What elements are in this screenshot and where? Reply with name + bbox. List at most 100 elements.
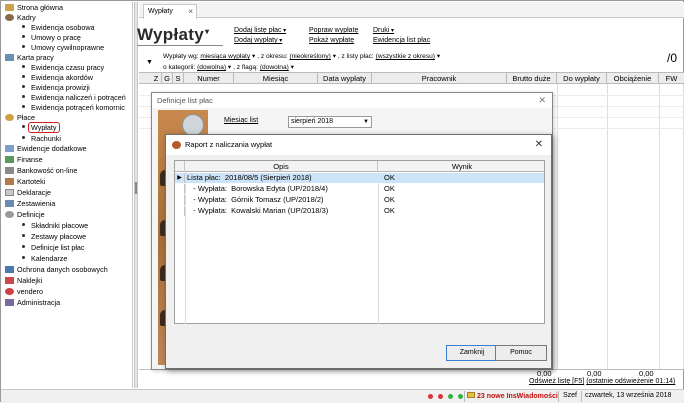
nav-item-wyplaty[interactable]: Wypłaty [2, 122, 60, 133]
nav-item-ewidencja-naliczen[interactable]: Ewidencja naliczeń i potrąceń [2, 93, 126, 103]
bullet-icon [22, 85, 25, 88]
vendero-icon [5, 288, 14, 295]
col-z[interactable]: Z [151, 73, 162, 84]
nav-item-skladniki[interactable]: Składniki płacowe [2, 221, 88, 231]
add-payout-link[interactable]: Dodaj wypłaty ▾ [234, 37, 282, 44]
definitions-dialog-titlebar[interactable]: Definicje list płac ✕ [152, 93, 552, 108]
month-label: Miesiąc list [224, 117, 259, 124]
app-window: Strona główna Kadry Ewidencja osobowa Um… [0, 0, 684, 403]
col-fw[interactable]: FW [659, 73, 684, 84]
notifications-link[interactable]: 23 nowe InsWiadomości [467, 392, 558, 400]
filter-period-select[interactable]: (nieokreślony) [289, 53, 330, 60]
close-icon[interactable]: ✕ [535, 135, 543, 155]
month-select[interactable]: sierpień 2018 ▼ [288, 116, 372, 128]
dropdown-arrow-icon: ▼ [363, 119, 369, 125]
col-numer[interactable]: Numer [184, 73, 234, 84]
status-user: Szef [563, 392, 578, 399]
report-dialog: Raport z naliczania wypłat ✕ Opis Wynik … [165, 134, 552, 369]
tab-wyplaty[interactable]: Wypłaty × [143, 4, 197, 19]
status-date: czwartek, 13 września 2018 [585, 392, 672, 399]
bullet-icon [22, 136, 25, 139]
close-icon[interactable]: ✕ [538, 93, 546, 108]
admin-icon [5, 299, 14, 306]
nav-item-ewidencja-prowizji[interactable]: Ewidencja prowizji [2, 83, 90, 93]
nav-item-kartoteki[interactable]: Kartoteki [2, 177, 45, 187]
nav-item-ewidencja-osobowa[interactable]: Ewidencja osobowa [2, 23, 95, 33]
status-dot-icon [458, 394, 463, 399]
nav-item-naklejki[interactable]: Naklejki [2, 276, 42, 286]
add-list-link[interactable]: Dodaj listę płac ▾ [234, 27, 286, 34]
col-brutto[interactable]: Brutto duże [507, 73, 557, 84]
report-row[interactable]: - Wypłata: Kowalski Marian (UP/2018/3) O… [175, 206, 544, 216]
nav-item-vendero[interactable]: vendero [2, 287, 43, 297]
col-obciazenie[interactable]: Obciążenie [607, 73, 659, 84]
nav-item-zestawy[interactable]: Zestawy płacowe [2, 232, 86, 242]
nav-item-karta-pracy[interactable]: Karta pracy [2, 53, 54, 63]
current-row-icon: ▶ [175, 173, 185, 183]
settings-icon [5, 211, 14, 218]
nav-item-ewidencje-dodatkowe[interactable]: Ewidencje dodatkowe [2, 144, 87, 154]
chart-icon [5, 200, 14, 207]
filter-by-select[interactable]: miesiąca wypłaty [200, 53, 250, 60]
report-row[interactable]: ▶ Lista płac: 2018/08/5 (Sierpień 2018) … [175, 173, 544, 183]
nav-item-definicje-list[interactable]: Definicje list płac [2, 243, 85, 253]
nav-item-rachunki[interactable]: Rachunki [2, 134, 61, 144]
close-tab-icon[interactable]: × [188, 5, 193, 18]
refresh-link[interactable]: Odśwież listę [F5] (ostatnie odświeżenie… [529, 378, 675, 385]
nav-item-ochrona-danych[interactable]: Ochrona danych osobowych [2, 265, 108, 275]
col-do-wyplaty[interactable]: Do wypłaty [557, 73, 607, 84]
nav-item-deklaracje[interactable]: Deklaracje [2, 188, 51, 198]
status-dot-icon [428, 394, 433, 399]
col-miesiac[interactable]: Miesiąc [234, 73, 318, 84]
sidebar-splitter[interactable] [134, 2, 138, 388]
nav-item-umowy-cywilnoprawne[interactable]: Umowy cywilnoprawne [2, 43, 104, 53]
status-dot-icon [448, 394, 453, 399]
col-wynik[interactable]: Wynik [378, 161, 546, 172]
help-button[interactable]: Pomoc [495, 345, 547, 361]
prints-link[interactable]: Druki ▾ [373, 27, 394, 34]
col-s[interactable]: S [173, 73, 184, 84]
total-brutto: 0,00 [537, 369, 552, 378]
nav-item-strona-glowna[interactable]: Strona główna [2, 3, 63, 13]
report-row[interactable]: - Wypłata: Górnik Tomasz (UP/2018/2) OK [175, 195, 544, 205]
nav-item-ewidencja-czasu[interactable]: Ewidencja czasu pracy [2, 63, 104, 73]
report-table-header: Opis Wynik [175, 161, 544, 172]
nav-item-ewidencja-akordow[interactable]: Ewidencja akordów [2, 73, 93, 83]
bullet-icon [22, 256, 25, 259]
nav-item-kadry[interactable]: Kadry [2, 13, 36, 23]
total-obciazenie: 0,00 [639, 369, 654, 378]
sort-arrow-icon[interactable]: ▼ [146, 59, 153, 66]
filter-flag-select[interactable]: (dowolna) [260, 64, 289, 71]
nav-item-administracja[interactable]: Administracja [2, 298, 60, 308]
nav-item-wyplaty-label: Wypłaty [28, 122, 60, 133]
tab-strip: Wypłaty × [139, 2, 684, 19]
nav-item-finanse[interactable]: Finanse [2, 155, 43, 165]
coins-icon [182, 114, 204, 136]
col-opis[interactable]: Opis [185, 161, 378, 172]
page-title[interactable]: Wypłaty▾ [137, 25, 209, 45]
nav-item-umowy-o-prace[interactable]: Umowy o pracę [2, 33, 81, 43]
nav-item-kalendarze[interactable]: Kalendarze [2, 254, 67, 264]
sticker-icon [5, 277, 14, 284]
nav-item-zestawienia[interactable]: Zestawienia [2, 199, 55, 209]
records-link[interactable]: Ewidencja list płac [373, 37, 430, 44]
nav-item-bankowosc[interactable]: Bankowość on-line [2, 166, 77, 176]
report-dialog-titlebar[interactable]: Raport z naliczania wypłat ✕ [166, 135, 551, 155]
filter-list-select[interactable]: (wszystkie z okresu) [376, 53, 435, 60]
col-data-wyplaty[interactable]: Data wypłaty [318, 73, 372, 84]
folder-icon [5, 145, 14, 152]
report-row[interactable]: - Wypłata: Borowska Edyta (UP/2018/4) OK [175, 184, 544, 194]
filter-category-select[interactable]: (dowolna) [197, 64, 226, 71]
close-button[interactable]: Zamknij [446, 345, 498, 361]
show-payout-link[interactable]: Pokaż wypłatę [309, 37, 354, 44]
nav-item-ewidencja-potracen[interactable]: Ewidencja potrąceń komornic [2, 103, 125, 113]
col-g[interactable]: G [162, 73, 173, 84]
col-pracownik[interactable]: Pracownik [372, 73, 507, 84]
filter-line-1: Wypłaty wg: miesiąca wypłaty ▾ , z okres… [163, 53, 441, 60]
splitter-handle[interactable] [135, 182, 137, 194]
nav-item-definicje[interactable]: Definicje [2, 210, 45, 220]
grid-header: Z G S Numer Miesiąc Data wypłaty Pracown… [139, 73, 684, 84]
dropdown-arrow-icon: ▾ [281, 28, 287, 34]
bullet-icon [22, 35, 25, 38]
fix-payout-link[interactable]: Popraw wypłatę [309, 27, 358, 34]
